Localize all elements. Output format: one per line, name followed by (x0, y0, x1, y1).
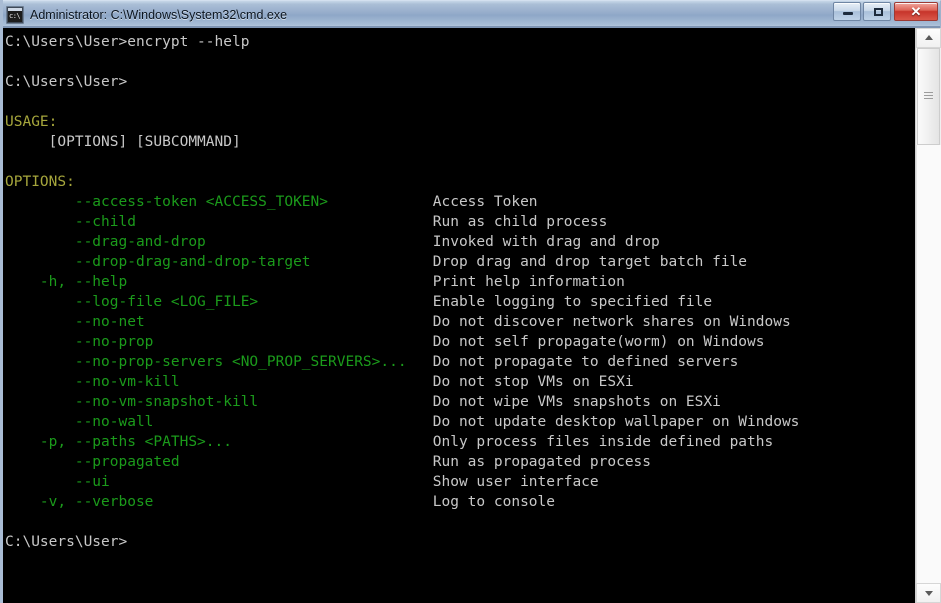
console-text-segment: Log to console (432, 494, 555, 510)
console-text-segment: -p, --paths <PATHS>... (5, 434, 433, 450)
minimize-icon (843, 11, 853, 15)
console-text-segment: --no-net (5, 314, 433, 330)
scrollbar-thumb[interactable] (917, 48, 940, 145)
console-text-segment: Do not propagate to defined servers (432, 354, 739, 370)
close-icon: ✕ (910, 3, 922, 19)
console-text-segment: --child (5, 214, 433, 230)
console-line: C:\Users\User> (5, 72, 915, 92)
console-text-segment: Do not self propagate(worm) on Windows (432, 334, 765, 350)
console-text-segment: Only process files inside defined paths (432, 434, 774, 450)
console-scrollbar[interactable] (915, 28, 941, 603)
console-text-segment: Do not stop VMs on ESXi (432, 374, 634, 390)
console-text-segment: -v, --verbose (5, 494, 433, 510)
console-text-segment: Print help information (432, 274, 625, 290)
console-line: -h, --help Print help information (5, 272, 915, 292)
console-text-segment: Do not update desktop wallpaper on Windo… (432, 414, 800, 430)
console-lines: C:\Users\User>encrypt --help C:\Users\Us… (3, 32, 915, 552)
console-line: --no-vm-snapshot-kill Do not wipe VMs sn… (5, 392, 915, 412)
console-text-segment: Run as propagated process (432, 454, 652, 470)
console-text-segment: --drag-and-drop (5, 234, 433, 250)
console-line: --drag-and-drop Invoked with drag and dr… (5, 232, 915, 252)
console-line: --no-vm-kill Do not stop VMs on ESXi (5, 372, 915, 392)
window-controls: ✕ (831, 1, 938, 29)
title-bar[interactable]: c:\ Administrator: C:\Windows\System32\c… (3, 0, 941, 29)
console-text-segment: --drop-drag-and-drop-target (5, 254, 433, 270)
window-title: Administrator: C:\Windows\System32\cmd.e… (30, 7, 288, 22)
console-line: --log-file <LOG_FILE> Enable logging to … (5, 292, 915, 312)
console-text-segment: C:\Users\User>encrypt --help (5, 34, 250, 50)
close-button[interactable]: ✕ (894, 1, 938, 21)
console-line: --no-prop-servers <NO_PROP_SERVERS>... D… (5, 352, 915, 372)
maximize-button[interactable] (863, 1, 891, 21)
console-text-segment: C:\Users\User> (5, 74, 128, 90)
console-text-segment: --no-prop-servers <NO_PROP_SERVERS>... (5, 354, 433, 370)
console-text-segment: --propagated (5, 454, 433, 470)
maximize-icon (874, 7, 883, 16)
console-line: --access-token <ACCESS_TOKEN> Access Tok… (5, 192, 915, 212)
scrollbar-track[interactable] (916, 145, 941, 583)
console-output-area[interactable]: C:\Users\User>encrypt --help C:\Users\Us… (3, 28, 915, 603)
console-text-segment: --no-vm-kill (5, 374, 433, 390)
scrollbar-grip-icon (924, 91, 933, 102)
cmd-icon[interactable]: c:\ (6, 5, 24, 24)
console-text-segment: Access Token (432, 194, 538, 210)
console-text-segment: Run as child process (432, 214, 608, 230)
console-text-segment: USAGE: (5, 114, 58, 130)
chevron-up-icon (924, 35, 933, 40)
cmd-icon-prompt-glyph: c:\ (9, 11, 21, 20)
chevron-down-icon (924, 591, 933, 596)
console-text-segment: Do not discover network shares on Window… (432, 314, 791, 330)
console-text-segment: --no-prop (5, 334, 433, 350)
console-line: USAGE: (5, 112, 915, 132)
console-line: -p, --paths <PATHS>... Only process file… (5, 432, 915, 452)
console-line: --no-wall Do not update desktop wallpape… (5, 412, 915, 432)
console-line: --drop-drag-and-drop-target Drop drag an… (5, 252, 915, 272)
cmd-console-window: c:\ Administrator: C:\Windows\System32\c… (0, 0, 941, 603)
scroll-down-button[interactable] (916, 583, 941, 603)
console-line: --ui Show user interface (5, 472, 915, 492)
console-line: --child Run as child process (5, 212, 915, 232)
console-line: C:\Users\User>encrypt --help (5, 32, 915, 52)
console-line: --no-prop Do not self propagate(worm) on… (5, 332, 915, 352)
cmd-icon-titlestrip (8, 7, 22, 11)
console-text-segment: [OPTIONS] [SUBCOMMAND] (5, 134, 241, 150)
console-text-segment: --no-wall (5, 414, 433, 430)
console-line: OPTIONS: (5, 172, 915, 192)
minimize-button[interactable] (833, 1, 861, 21)
console-text-segment: Drop drag and drop target batch file (432, 254, 748, 270)
console-text-segment: --ui (5, 474, 433, 490)
console-text-segment: --access-token <ACCESS_TOKEN> (5, 194, 433, 210)
console-line: --no-net Do not discover network shares … (5, 312, 915, 332)
console-line: [OPTIONS] [SUBCOMMAND] (5, 132, 915, 152)
console-text-segment: --log-file <LOG_FILE> (5, 294, 433, 310)
console-text-segment: Do not wipe VMs snapshots on ESXi (432, 394, 721, 410)
console-line: C:\Users\User> (5, 532, 915, 552)
scroll-up-button[interactable] (916, 28, 941, 48)
console-line: -v, --verbose Log to console (5, 492, 915, 512)
console-text-segment: -h, --help (5, 274, 433, 290)
console-text-segment: --no-vm-snapshot-kill (5, 394, 433, 410)
console-line: --propagated Run as propagated process (5, 452, 915, 472)
console-text-segment: C:\Users\User> (5, 534, 128, 550)
console-text-segment: Invoked with drag and drop (432, 234, 660, 250)
console-text-segment: Show user interface (432, 474, 599, 490)
console-text-segment: Enable logging to specified file (432, 294, 713, 310)
console-text-segment: OPTIONS: (5, 174, 75, 190)
